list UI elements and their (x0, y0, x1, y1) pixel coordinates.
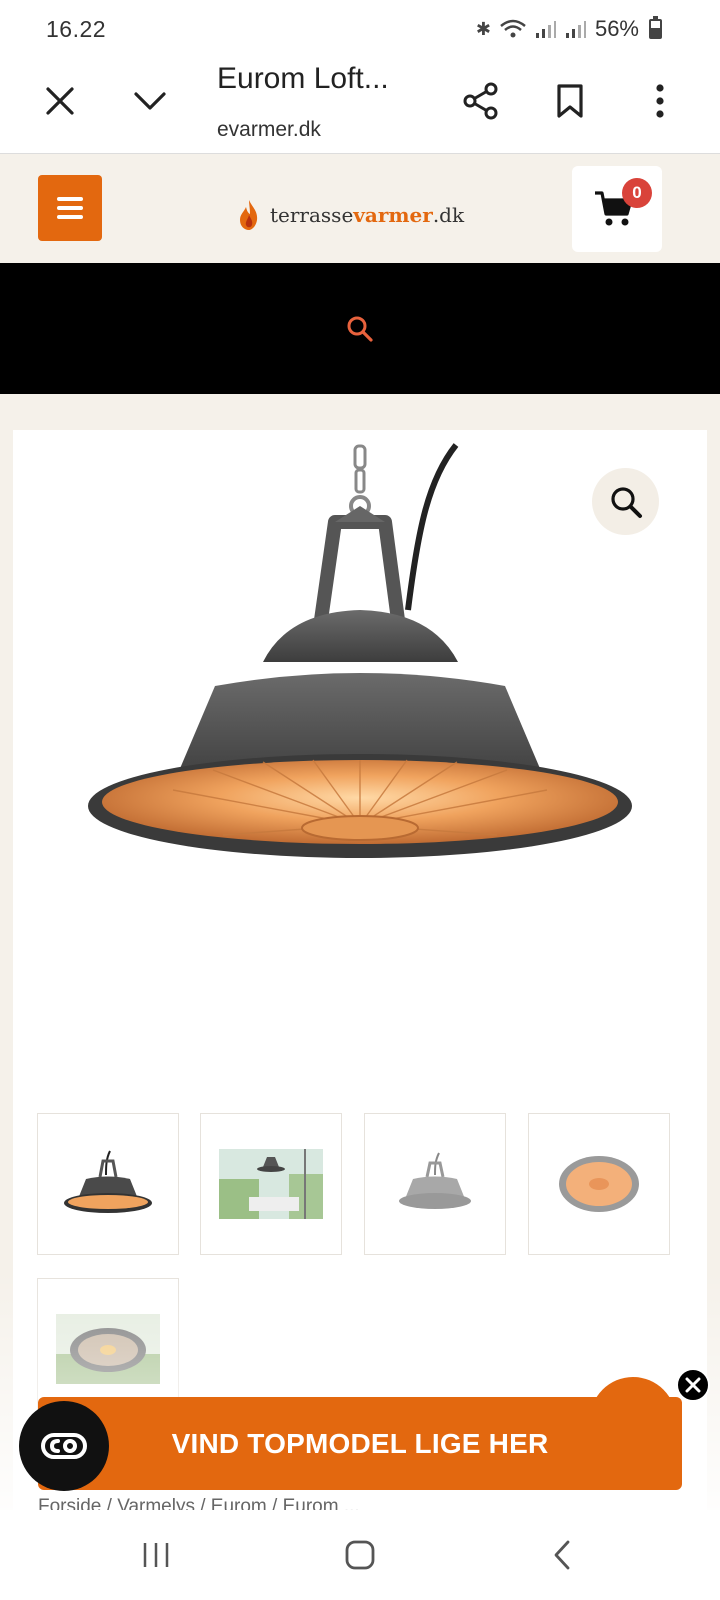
zoom-image-button[interactable] (592, 468, 659, 535)
status-time: 16.22 (46, 16, 107, 42)
back-icon (554, 1540, 570, 1570)
minimize-button[interactable] (126, 77, 174, 125)
bookmark-icon (557, 84, 583, 118)
heater-grey-thumbnail-image (399, 1152, 471, 1209)
chat-bubble-icon (41, 1433, 87, 1459)
thumbnail-3[interactable] (364, 1113, 506, 1255)
heater-outdoor-thumbnail-image (56, 1314, 160, 1384)
back-button[interactable] (532, 1532, 592, 1578)
recent-apps-icon (143, 1543, 169, 1567)
close-icon (46, 87, 74, 115)
heater-bottom-thumbnail-image (559, 1156, 639, 1212)
magnifier-icon (610, 486, 642, 518)
system-nav-bar (0, 1510, 720, 1600)
site-header: terrassevarmer.dk 0 (0, 155, 720, 263)
share-button[interactable] (457, 77, 505, 125)
bookmark-button[interactable] (546, 77, 594, 125)
product-gallery (13, 430, 707, 1510)
signal-icon-2 (565, 21, 586, 38)
page-url[interactable]: evarmer.dk (217, 118, 321, 142)
logo-text: terrassevarmer.dk (270, 203, 465, 227)
battery-icon (649, 16, 662, 39)
home-button[interactable] (330, 1532, 390, 1578)
search-bar[interactable] (0, 263, 720, 394)
status-icons: ✱ 56% (476, 16, 662, 42)
battery-percent: 56% (594, 16, 639, 41)
more-menu-button[interactable] (636, 77, 684, 125)
site-logo[interactable]: terrassevarmer.dk (238, 199, 464, 231)
thumbnail-1[interactable] (37, 1113, 179, 1255)
home-icon (345, 1540, 375, 1570)
bluetooth-icon: ✱ (475, 18, 491, 39)
search-icon (347, 316, 373, 342)
hamburger-menu-button[interactable] (38, 175, 102, 241)
status-bar: 16.22 ✱ 56% (0, 0, 720, 56)
product-main-image[interactable] (73, 440, 653, 900)
cta-label: VIND TOPMODEL LIGE HER (171, 1427, 549, 1459)
thumbnail-2[interactable] (200, 1113, 342, 1255)
chevron-down-icon (134, 92, 166, 110)
close-icon (685, 1377, 701, 1393)
wifi-icon (500, 19, 526, 38)
close-tab-button[interactable] (36, 77, 84, 125)
cta-banner-button[interactable]: VIND TOPMODEL LIGE HER (38, 1397, 682, 1490)
page-title: Eurom Loft... (217, 62, 389, 95)
thumbnail-4[interactable] (528, 1113, 670, 1255)
browser-toolbar: Eurom Loft... evarmer.dk (0, 56, 720, 154)
chat-widget-button[interactable] (19, 1401, 109, 1491)
signal-icon (535, 21, 556, 38)
menu-icon (57, 197, 83, 201)
share-icon (463, 82, 498, 120)
cart-count-badge: 0 (622, 178, 652, 208)
more-vert-icon (656, 84, 664, 118)
heater-thumbnail-image (64, 1150, 152, 1213)
flame-icon (240, 200, 258, 230)
cart-button[interactable]: 0 (572, 166, 662, 252)
cta-close-button[interactable] (676, 1368, 710, 1402)
garden-thumbnail-image (219, 1149, 323, 1219)
recent-apps-button[interactable] (126, 1532, 186, 1578)
